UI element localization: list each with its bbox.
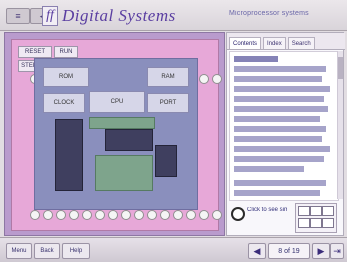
tab-index[interactable]: Index: [263, 37, 286, 49]
menu-button[interactable]: ≡: [6, 8, 30, 24]
app-window: ≡ ◂ ff Digital Systems Microprocessor sy…: [0, 0, 347, 262]
led: [199, 74, 209, 84]
circuit-board: RESET RUN STEP ROM RAM CPU PORT CLOCK: [11, 39, 222, 231]
mini-control[interactable]: [322, 206, 334, 216]
page-indicator: 8 of 19: [268, 243, 310, 259]
port-label: PORT: [147, 93, 189, 113]
app-title: Digital Systems: [62, 6, 176, 25]
panel-tabs: Contents Index Search: [227, 33, 345, 50]
info-icon: [231, 207, 245, 221]
reset-button[interactable]: RESET: [18, 46, 52, 58]
app-logo-icon: ff: [42, 6, 58, 26]
board-frame: RESET RUN STEP ROM RAM CPU PORT CLOCK: [4, 32, 225, 236]
next-arrow-icon: ▶: [317, 245, 325, 256]
mini-control[interactable]: [298, 206, 310, 216]
bus-strip: [89, 117, 155, 129]
led: [147, 210, 157, 220]
tab-search[interactable]: Search: [287, 37, 315, 49]
footer-text: Click to see simulation: [247, 207, 287, 213]
led: [199, 210, 209, 220]
text-line: [234, 116, 320, 122]
prev-arrow-icon: ◀: [253, 245, 261, 256]
led: [121, 210, 131, 220]
led: [43, 210, 53, 220]
led: [186, 210, 196, 220]
text-line: [234, 56, 278, 62]
led: [212, 210, 222, 220]
rom-label: ROM: [43, 67, 89, 87]
led: [69, 210, 79, 220]
mini-control[interactable]: [298, 218, 310, 228]
board-core: ROM RAM CPU PORT CLOCK: [34, 58, 198, 210]
led: [30, 210, 40, 220]
scrollbar-thumb[interactable]: [338, 57, 343, 79]
text-line: [234, 86, 330, 92]
help-panel: Contents Index Search Click to see sim: [226, 32, 345, 236]
top-toolbar: ≡ ◂ ff Digital Systems Microprocessor sy…: [0, 0, 347, 31]
end-icon: ⇥: [333, 245, 341, 256]
text-line: [234, 66, 326, 72]
text-line: [234, 106, 328, 112]
text-line: [234, 76, 322, 82]
help-scrollbar[interactable]: [337, 51, 343, 199]
tab-contents[interactable]: Contents: [229, 37, 262, 49]
mini-control[interactable]: [310, 206, 322, 216]
back-bottom-button[interactable]: Back: [34, 243, 60, 259]
end-page-button[interactable]: ⇥: [330, 243, 344, 259]
clock-label: CLOCK: [43, 93, 85, 113]
help-bottom-button[interactable]: Help: [62, 243, 90, 259]
text-line: [234, 156, 324, 162]
led: [134, 210, 144, 220]
led: [95, 210, 105, 220]
mini-control[interactable]: [322, 218, 334, 228]
bottom-toolbar: Menu Back Help ◀ 8 of 19 ▶ ⇥: [0, 237, 347, 262]
mini-control[interactable]: [310, 218, 322, 228]
text-line: [234, 146, 330, 152]
text-line: [234, 126, 326, 132]
prev-page-button[interactable]: ◀: [248, 243, 266, 259]
led: [82, 210, 92, 220]
text-line: [234, 96, 324, 102]
led: [108, 210, 118, 220]
cpu-label: CPU: [89, 91, 145, 113]
led: [212, 74, 222, 84]
led: [173, 210, 183, 220]
help-text-area: [229, 51, 339, 201]
led: [56, 210, 66, 220]
text-line: [234, 166, 304, 172]
next-page-button[interactable]: ▶: [312, 243, 330, 259]
menu-bottom-button[interactable]: Menu: [6, 243, 32, 259]
chip-center: [105, 129, 153, 151]
chip-left: [55, 119, 83, 191]
app-subtitle: Microprocessor systems: [229, 10, 309, 17]
text-line: [234, 136, 322, 142]
help-footer: Click to see simulation: [229, 201, 339, 233]
text-line: [234, 180, 326, 186]
bottom-led-row: [30, 210, 222, 220]
mini-controls: [295, 203, 337, 233]
chip-right: [155, 145, 177, 177]
logic-block: [95, 155, 153, 191]
ram-label: RAM: [147, 67, 189, 87]
menu-icon: ≡: [15, 11, 21, 21]
led: [160, 210, 170, 220]
run-button[interactable]: RUN: [54, 46, 78, 58]
text-line: [234, 190, 320, 196]
